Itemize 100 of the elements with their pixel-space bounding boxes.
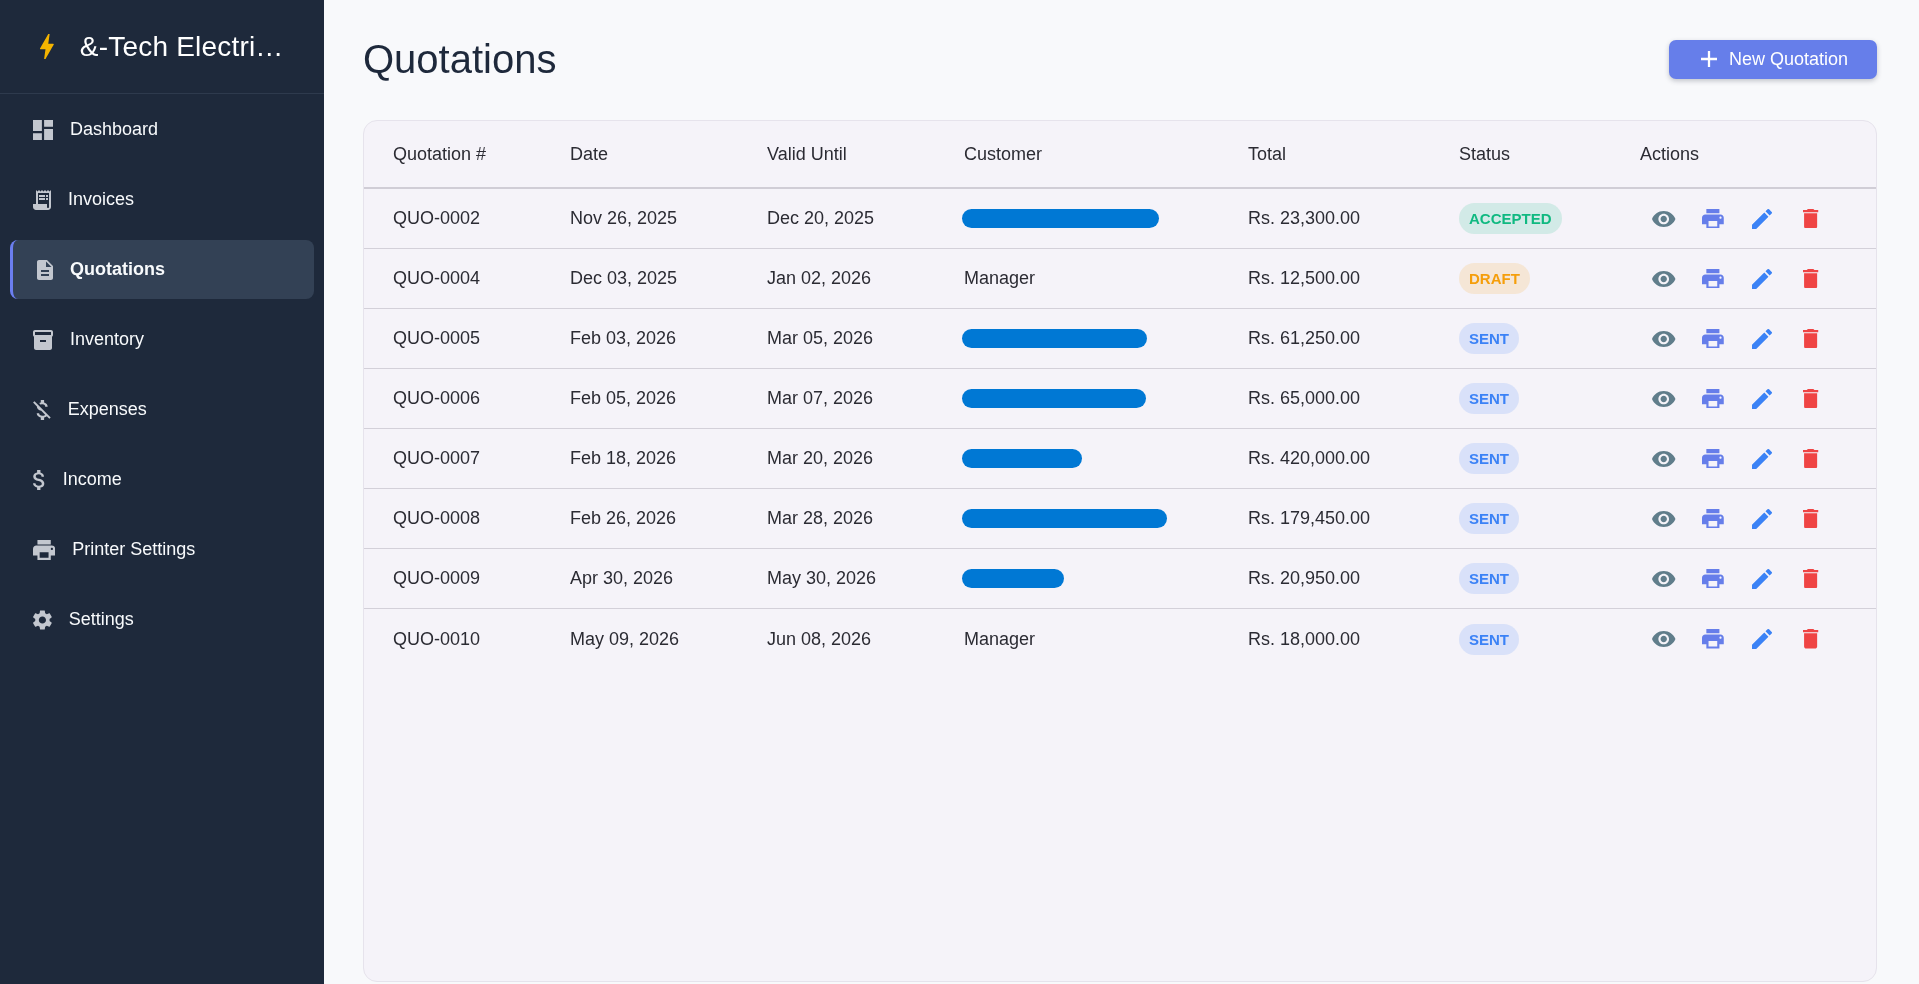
printer-icon	[1702, 208, 1724, 229]
print-button[interactable]	[1701, 506, 1725, 531]
status-badge: SENT	[1459, 623, 1519, 655]
table-cell: Rs. 61,250.00	[1248, 328, 1361, 349]
archive-box-icon	[33, 329, 53, 350]
print-button[interactable]	[1701, 206, 1725, 231]
dollar-icon	[33, 469, 46, 490]
printer-icon	[1702, 328, 1724, 349]
print-button[interactable]	[1701, 326, 1725, 351]
status-badge: SENT	[1459, 443, 1519, 474]
status-badge: DRAFT	[1459, 263, 1530, 294]
nav-item[interactable]: Dashboard	[10, 100, 314, 159]
eye-icon	[1652, 210, 1676, 227]
pencil-icon	[1752, 328, 1772, 349]
printer-icon	[1702, 268, 1724, 289]
print-button[interactable]	[1701, 566, 1725, 591]
print-button[interactable]	[1701, 266, 1725, 291]
edit-button[interactable]	[1750, 506, 1774, 531]
print-button[interactable]	[1701, 386, 1725, 411]
table-cell: Nov 26, 2025	[570, 208, 678, 229]
lightning-icon	[40, 34, 54, 59]
pencil-icon	[1752, 448, 1772, 469]
app-title: &-Tech Electri…	[79, 30, 284, 63]
printer-icon	[1702, 629, 1724, 649]
nav-item[interactable]: Quotations	[10, 240, 314, 299]
column-header: Quotation #	[393, 143, 487, 165]
table-cell: Rs. 18,000.00	[1248, 628, 1361, 650]
eye-icon	[1652, 330, 1676, 347]
nav-item[interactable]: Income	[10, 450, 314, 509]
table-cell: Rs. 420,000.00	[1248, 448, 1371, 469]
settings-icon	[33, 609, 52, 630]
column-header: Actions	[1640, 143, 1700, 165]
eye-icon	[1652, 450, 1676, 467]
table-cell: QUO-0009	[393, 568, 481, 589]
table-cell: QUO-0002	[393, 208, 481, 229]
printer-icon	[33, 539, 56, 560]
eye-icon	[1652, 510, 1676, 527]
print-button[interactable]	[1701, 446, 1725, 471]
column-header: Date	[570, 143, 609, 165]
eye-icon	[1652, 570, 1676, 587]
trash-icon	[1803, 508, 1819, 529]
status-badge: SENT	[1459, 383, 1519, 414]
printer-icon	[1702, 448, 1724, 469]
trash-icon	[1803, 328, 1819, 349]
pencil-icon	[1752, 268, 1772, 289]
pencil-icon	[1752, 568, 1772, 589]
table-cell: Mar 20, 2026	[767, 448, 874, 469]
table-cell: Mar 28, 2026	[767, 508, 874, 529]
column-header: Total	[1248, 143, 1287, 165]
trash-icon	[1803, 268, 1819, 289]
table-cell: Mar 05, 2026	[767, 328, 874, 349]
edit-button[interactable]	[1750, 266, 1774, 291]
edit-button[interactable]	[1750, 326, 1774, 351]
table-cell: QUO-0006	[393, 388, 481, 409]
edit-button[interactable]	[1750, 446, 1774, 471]
trash-icon	[1803, 629, 1819, 649]
trash-icon	[1803, 208, 1819, 229]
table-cell: Jan 02, 2026	[767, 268, 872, 289]
table-cell: QUO-0004	[393, 268, 481, 289]
trash-icon	[1803, 448, 1819, 469]
nav-item[interactable]: Settings	[10, 590, 314, 649]
table-cell: QUO-0008	[393, 508, 481, 529]
table-cell: QUO-0007	[393, 448, 481, 469]
table-cell: Manager	[964, 628, 1036, 650]
printer-icon	[1702, 568, 1724, 589]
edit-button[interactable]	[1750, 566, 1774, 591]
table-cell: Rs. 12,500.00	[1248, 268, 1361, 289]
table-cell: Apr 30, 2026	[570, 568, 674, 589]
table-cell: Feb 03, 2026	[570, 328, 677, 349]
nav-item[interactable]: Inventory	[10, 310, 314, 369]
column-header: Customer	[964, 143, 1043, 165]
trash-icon	[1803, 388, 1819, 409]
page-title: Quotations	[363, 36, 557, 83]
pencil-icon	[1752, 388, 1772, 409]
table-cell: Mar 07, 2026	[767, 388, 874, 409]
table-cell: May 09, 2026	[570, 628, 680, 650]
printer-icon	[1702, 508, 1724, 529]
new-quotation-button[interactable]: New Quotation	[1668, 39, 1877, 79]
eye-icon	[1652, 631, 1676, 647]
nav-item[interactable]: Expenses	[10, 380, 314, 439]
status-badge: SENT	[1459, 563, 1519, 594]
table-cell: Dec 20, 2025	[767, 208, 875, 229]
table-cell: QUO-0010	[393, 628, 481, 650]
edit-button[interactable]	[1750, 627, 1774, 651]
nav-item[interactable]: Invoices	[10, 170, 314, 229]
table-cell: QUO-0005	[393, 328, 481, 349]
table-cell: Jun 08, 2026	[767, 628, 872, 650]
column-header: Status	[1459, 143, 1511, 165]
table-cell: Feb 05, 2026	[570, 388, 677, 409]
nav-item[interactable]: Printer Settings	[10, 520, 314, 579]
edit-button[interactable]	[1750, 206, 1774, 231]
print-button[interactable]	[1701, 627, 1725, 651]
table-cell: Manager	[964, 268, 1036, 289]
table-cell: Dec 03, 2025	[570, 268, 678, 289]
table-cell: Feb 18, 2026	[570, 448, 677, 469]
pencil-icon	[1752, 208, 1772, 229]
eye-icon	[1652, 390, 1676, 407]
table-cell: Rs. 20,950.00	[1248, 568, 1361, 589]
receipt-icon	[33, 189, 51, 210]
edit-button[interactable]	[1750, 386, 1774, 411]
